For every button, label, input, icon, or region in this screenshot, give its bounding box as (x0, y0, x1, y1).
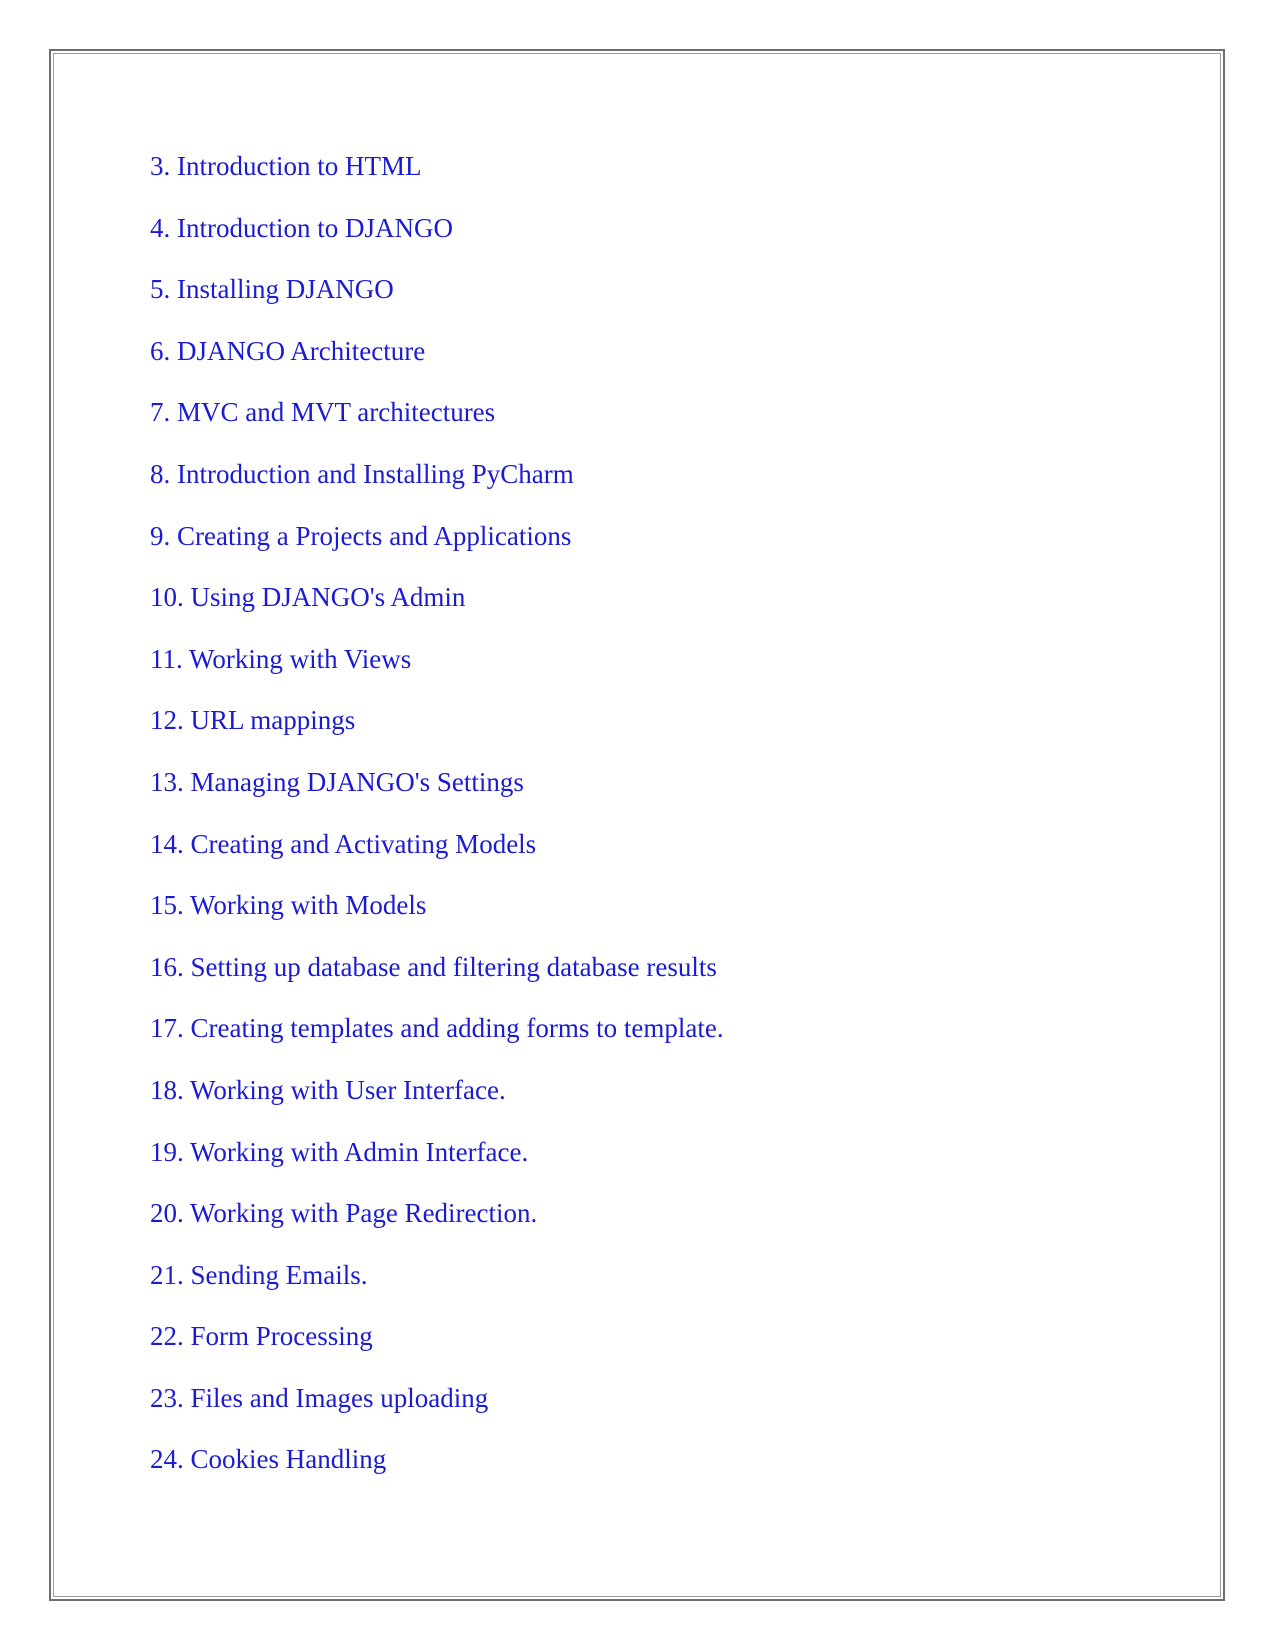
toc-item-18[interactable]: 18. Working with User Interface. (150, 1074, 724, 1136)
toc-item-7[interactable]: 7. MVC and MVT architectures (150, 396, 724, 458)
toc-item-6[interactable]: 6. DJANGO Architecture (150, 335, 724, 397)
table-of-contents: 3. Introduction to HTML 4. Introduction … (150, 150, 724, 1505)
toc-item-4[interactable]: 4. Introduction to DJANGO (150, 212, 724, 274)
toc-item-3[interactable]: 3. Introduction to HTML (150, 150, 724, 212)
toc-item-21[interactable]: 21. Sending Emails. (150, 1259, 724, 1321)
toc-item-17[interactable]: 17. Creating templates and adding forms … (150, 1012, 724, 1074)
toc-item-14[interactable]: 14. Creating and Activating Models (150, 828, 724, 890)
toc-item-5[interactable]: 5. Installing DJANGO (150, 273, 724, 335)
toc-item-13[interactable]: 13. Managing DJANGO's Settings (150, 766, 724, 828)
toc-item-23[interactable]: 23. Files and Images uploading (150, 1382, 724, 1444)
toc-item-11[interactable]: 11. Working with Views (150, 643, 724, 705)
toc-item-8[interactable]: 8. Introduction and Installing PyCharm (150, 458, 724, 520)
toc-item-22[interactable]: 22. Form Processing (150, 1320, 724, 1382)
toc-item-24[interactable]: 24. Cookies Handling (150, 1443, 724, 1505)
toc-item-19[interactable]: 19. Working with Admin Interface. (150, 1136, 724, 1198)
toc-item-20[interactable]: 20. Working with Page Redirection. (150, 1197, 724, 1259)
toc-item-9[interactable]: 9. Creating a Projects and Applications (150, 520, 724, 582)
toc-item-15[interactable]: 15. Working with Models (150, 889, 724, 951)
toc-item-10[interactable]: 10. Using DJANGO's Admin (150, 581, 724, 643)
toc-item-12[interactable]: 12. URL mappings (150, 704, 724, 766)
toc-item-16[interactable]: 16. Setting up database and filtering da… (150, 951, 724, 1013)
